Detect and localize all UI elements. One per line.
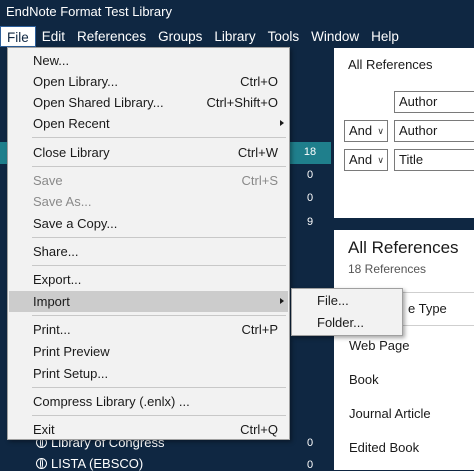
menu-item-share[interactable]: Share... <box>9 241 288 262</box>
references-count: 18 References <box>348 262 427 276</box>
submenu-arrow-icon <box>280 298 284 304</box>
chevron-down-icon: ∨ <box>377 155 384 165</box>
menu-item-exit[interactable]: Exit Ctrl+Q <box>9 419 288 440</box>
menu-item-open-shared-library[interactable]: Open Shared Library... Ctrl+Shift+O <box>9 92 288 113</box>
search-field-2[interactable]: Author <box>394 120 474 142</box>
main-panel: All References Author And ∨ Author And ∨… <box>334 48 474 470</box>
column-header-reference-type[interactable]: e Type <box>408 301 447 316</box>
sidebar-item-lista[interactable]: LISTA (EBSCO) <box>36 456 143 471</box>
group-count: 18 <box>303 146 317 158</box>
menu-item-print[interactable]: Print... Ctrl+P <box>9 319 288 340</box>
panel-divider[interactable] <box>334 218 474 230</box>
submenu-item-folder[interactable]: Folder... <box>317 315 364 330</box>
table-row[interactable]: Journal Article <box>349 406 431 421</box>
import-submenu: File... Folder... <box>291 288 403 336</box>
menu-separator <box>32 387 286 388</box>
menu-item-close-library[interactable]: Close Library Ctrl+W <box>9 142 288 163</box>
group-count: 0 <box>306 459 314 471</box>
menu-groups[interactable]: Groups <box>152 26 208 47</box>
menu-separator <box>32 137 286 138</box>
menu-help[interactable]: Help <box>365 26 405 47</box>
submenu-arrow-icon <box>280 120 284 126</box>
menu-item-open-recent[interactable]: Open Recent <box>9 113 288 134</box>
group-count: 0 <box>306 169 314 181</box>
menu-library[interactable]: Library <box>208 26 261 47</box>
operator-label: And <box>349 123 373 138</box>
chevron-down-icon: ∨ <box>377 126 384 136</box>
menu-separator <box>32 166 286 167</box>
group-count: 0 <box>306 192 314 204</box>
operator-label: And <box>349 152 373 167</box>
group-count: 9 <box>306 216 314 228</box>
menu-separator <box>32 237 286 238</box>
table-row[interactable]: Edited Book <box>349 440 419 455</box>
menu-item-save-copy[interactable]: Save a Copy... <box>9 213 288 234</box>
search-operator-3[interactable]: And ∨ <box>344 149 388 171</box>
search-field-3[interactable]: Title <box>394 149 474 171</box>
menu-item-open-library[interactable]: Open Library... Ctrl+O <box>9 71 288 92</box>
menu-separator <box>32 265 286 266</box>
submenu-item-file[interactable]: File... <box>317 293 349 308</box>
menu-tools[interactable]: Tools <box>262 26 306 47</box>
search-operator-2[interactable]: And ∨ <box>344 120 388 142</box>
references-title: All References <box>348 238 459 257</box>
menu-item-new[interactable]: New... <box>9 50 288 71</box>
menu-item-compress-library[interactable]: Compress Library (.enlx) ... <box>9 391 288 412</box>
menu-bar: File Edit References Groups Library Tool… <box>0 26 474 47</box>
menu-file[interactable]: File <box>0 26 36 47</box>
menu-item-save[interactable]: Save Ctrl+S <box>9 170 288 191</box>
menu-item-print-preview[interactable]: Print Preview <box>9 341 288 362</box>
menu-item-export[interactable]: Export... <box>9 269 288 290</box>
group-count: 0 <box>306 437 314 449</box>
search-header: All References <box>348 57 433 72</box>
menu-item-import[interactable]: Import <box>9 291 288 312</box>
file-menu: New... Open Library... Ctrl+O Open Share… <box>7 47 290 440</box>
table-row[interactable]: Book <box>349 372 379 387</box>
globe-icon <box>36 458 47 469</box>
menu-references[interactable]: References <box>71 26 152 47</box>
menu-window[interactable]: Window <box>305 26 365 47</box>
menu-separator <box>32 315 286 316</box>
menu-separator <box>32 415 286 416</box>
window-title: EndNote Format Test Library <box>0 0 474 24</box>
sidebar-item-label: LISTA (EBSCO) <box>51 456 144 471</box>
menu-edit[interactable]: Edit <box>36 26 71 47</box>
search-field-1[interactable]: Author <box>394 91 474 113</box>
menu-item-save-as[interactable]: Save As... <box>9 191 288 212</box>
menu-item-print-setup[interactable]: Print Setup... <box>9 363 288 384</box>
table-row[interactable]: Web Page <box>349 338 409 353</box>
